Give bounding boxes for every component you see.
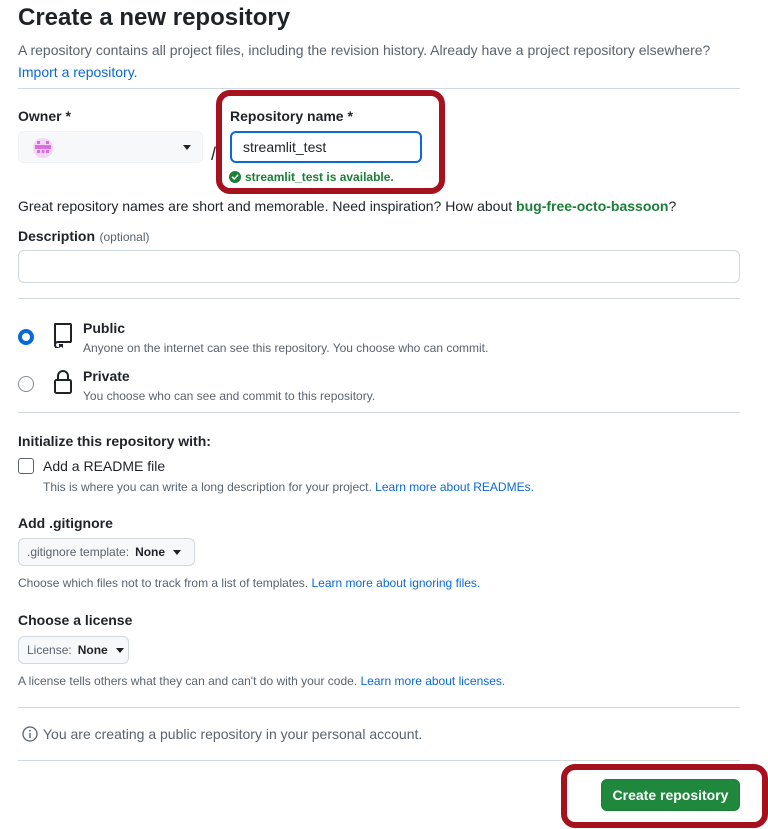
- readme-help-text: This is where you can write a long descr…: [43, 480, 372, 494]
- initialize-heading: Initialize this repository with:: [18, 433, 211, 449]
- check-circle-icon: [229, 171, 241, 183]
- page-intro: A repository contains all project files,…: [18, 39, 758, 83]
- public-repo-notice: You are creating a public repository in …: [22, 726, 422, 742]
- visibility-private-subtitle: You choose who can see and commit to thi…: [83, 389, 376, 403]
- chevron-down-icon: [115, 647, 124, 653]
- chevron-down-icon: [173, 549, 182, 555]
- availability-text: streamlit_test is available.: [245, 170, 394, 184]
- owner-select[interactable]: [18, 131, 203, 163]
- gitignore-help: Choose which files not to track from a l…: [18, 576, 480, 590]
- gitignore-learn-more-link[interactable]: Learn more about ignoring files.: [311, 576, 480, 590]
- license-select-value: None: [77, 643, 108, 657]
- readme-label[interactable]: Add a README file: [43, 458, 165, 474]
- create-repository-button[interactable]: Create repository: [601, 779, 740, 811]
- visibility-radio-public[interactable]: [18, 329, 34, 345]
- readme-help: This is where you can write a long descr…: [43, 480, 534, 494]
- readme-checkbox[interactable]: [18, 458, 34, 474]
- gitignore-select-prefix: .gitignore template:: [27, 545, 130, 559]
- notice-text: You are creating a public repository in …: [43, 726, 423, 742]
- intro-text: A repository contains all project files,…: [18, 42, 711, 58]
- gitignore-help-text: Choose which files not to track from a l…: [18, 576, 309, 590]
- naming-hint-text: Great repository names are short and mem…: [18, 198, 517, 214]
- license-learn-more-link[interactable]: Learn more about licenses.: [361, 674, 506, 688]
- visibility-private-title: Private: [83, 368, 130, 384]
- license-select[interactable]: License: None: [18, 636, 129, 664]
- gitignore-template-select[interactable]: .gitignore template: None: [18, 538, 195, 566]
- divider: [18, 88, 740, 89]
- license-help: A license tells others what they can and…: [18, 674, 505, 688]
- naming-hint: Great repository names are short and mem…: [18, 198, 676, 214]
- page-title: Create a new repository: [18, 4, 291, 31]
- repo-icon: [52, 322, 74, 353]
- import-repository-link[interactable]: Import a repository.: [18, 64, 138, 80]
- visibility-public-title: Public: [83, 320, 126, 336]
- visibility-radio-private[interactable]: [18, 376, 34, 392]
- gitignore-select-value: None: [135, 545, 166, 559]
- divider: [18, 298, 740, 299]
- info-icon: [22, 726, 38, 742]
- description-input[interactable]: [18, 250, 740, 283]
- lock-icon: [53, 369, 73, 400]
- description-label-row: Description (optional): [18, 228, 150, 246]
- visibility-public-subtitle: Anyone on the internet can see this repo…: [83, 341, 489, 355]
- license-help-text: A license tells others what they can and…: [18, 674, 358, 688]
- license-heading: Choose a license: [18, 612, 133, 628]
- readme-learn-more-link[interactable]: Learn more about READMEs.: [375, 480, 534, 494]
- divider: [18, 707, 740, 708]
- license-select-prefix: License:: [27, 643, 72, 657]
- divider: [18, 412, 740, 413]
- availability-status: streamlit_test is available.: [229, 170, 394, 184]
- identicon-avatar: [33, 138, 53, 158]
- gitignore-heading: Add .gitignore: [18, 515, 113, 531]
- description-optional: (optional): [99, 230, 150, 244]
- owner-label: Owner *: [18, 108, 71, 124]
- divider: [18, 760, 740, 761]
- description-label: Description: [18, 228, 96, 244]
- repo-name-label: Repository name *: [230, 108, 353, 124]
- chevron-down-icon: [183, 145, 191, 150]
- suggested-name-link[interactable]: bug-free-octo-bassoon: [516, 198, 668, 214]
- naming-hint-suffix: ?: [668, 198, 677, 214]
- repo-name-input[interactable]: [230, 131, 422, 163]
